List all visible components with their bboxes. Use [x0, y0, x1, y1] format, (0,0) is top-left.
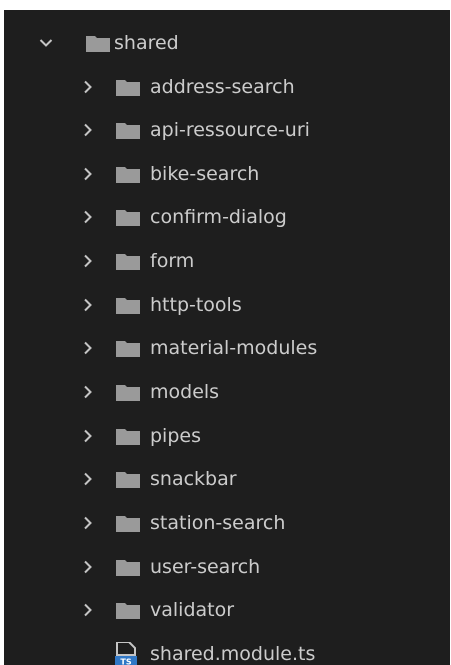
tree-item-label: user-search [150, 556, 261, 578]
tree-item-label: address-search [150, 76, 295, 98]
tree-item-label: shared.module.ts [150, 643, 316, 665]
chevron-right-icon[interactable] [78, 382, 98, 402]
folder-icon [116, 166, 140, 183]
chevron-right-icon[interactable] [78, 251, 98, 271]
tree-item-label: api-ressource-uri [150, 119, 310, 141]
tree-item-label: shared [114, 32, 179, 54]
typescript-file-icon: TS [114, 641, 140, 665]
chevron-right-icon[interactable] [78, 120, 98, 140]
tree-item-api-ressource-uri[interactable]: api-ressource-uri [4, 110, 450, 150]
chevron-right-icon[interactable] [78, 164, 98, 184]
folder-icon [116, 428, 140, 445]
chevron-right-icon[interactable] [78, 557, 98, 577]
tree-item-label: station-search [150, 512, 286, 534]
chevron-right-icon[interactable] [78, 207, 98, 227]
tree-item-label: validator [150, 599, 235, 621]
tree-item-label: bike-search [150, 163, 260, 185]
folder-icon [116, 209, 140, 226]
folder-icon [116, 297, 140, 314]
tree-item-address-search[interactable]: address-search [4, 67, 450, 107]
tree-item-validator[interactable]: validator [4, 590, 450, 630]
tree-item-shared[interactable]: shared [4, 23, 450, 63]
tree-item-label: confirm-dialog [150, 206, 287, 228]
folder-icon [116, 253, 140, 270]
tree-item-user-search[interactable]: user-search [4, 547, 450, 587]
tree-item-snackbar[interactable]: snackbar [4, 459, 450, 499]
svg-text:TS: TS [120, 658, 131, 665]
chevron-right-icon[interactable] [78, 469, 98, 489]
folder-icon [86, 35, 110, 52]
chevron-right-icon[interactable] [78, 600, 98, 620]
tree-item-label: material-modules [150, 337, 318, 359]
folder-icon [116, 471, 140, 488]
folder-icon [116, 122, 140, 139]
tree-item-label: models [150, 381, 220, 403]
folder-icon [116, 340, 140, 357]
chevron-right-icon[interactable] [78, 77, 98, 97]
tree-item-label: http-tools [150, 294, 242, 316]
chevron-right-icon[interactable] [78, 295, 98, 315]
chevron-right-icon[interactable] [78, 513, 98, 533]
tree-item-models[interactable]: models [4, 372, 450, 412]
chevron-right-icon[interactable] [78, 338, 98, 358]
chevron-down-icon[interactable] [36, 33, 56, 53]
tree-item-confirm-dialog[interactable]: confirm-dialog [4, 197, 450, 237]
file-explorer-tree: shared address-search api-ressource-uri … [4, 10, 450, 665]
tree-item-pipes[interactable]: pipes [4, 416, 450, 456]
folder-icon [116, 559, 140, 576]
tree-item-bike-search[interactable]: bike-search [4, 154, 450, 194]
tree-item-shared-module-ts[interactable]: TS shared.module.ts [4, 634, 450, 665]
chevron-right-icon[interactable] [78, 426, 98, 446]
folder-icon [116, 515, 140, 532]
tree-item-label: pipes [150, 425, 201, 447]
tree-item-label: snackbar [150, 468, 237, 490]
tree-item-http-tools[interactable]: http-tools [4, 285, 450, 325]
folder-icon [116, 384, 140, 401]
tree-item-form[interactable]: form [4, 241, 450, 281]
folder-icon [116, 79, 140, 96]
tree-item-station-search[interactable]: station-search [4, 503, 450, 543]
tree-item-material-modules[interactable]: material-modules [4, 328, 450, 368]
tree-item-label: form [150, 250, 195, 272]
folder-icon [116, 602, 140, 619]
